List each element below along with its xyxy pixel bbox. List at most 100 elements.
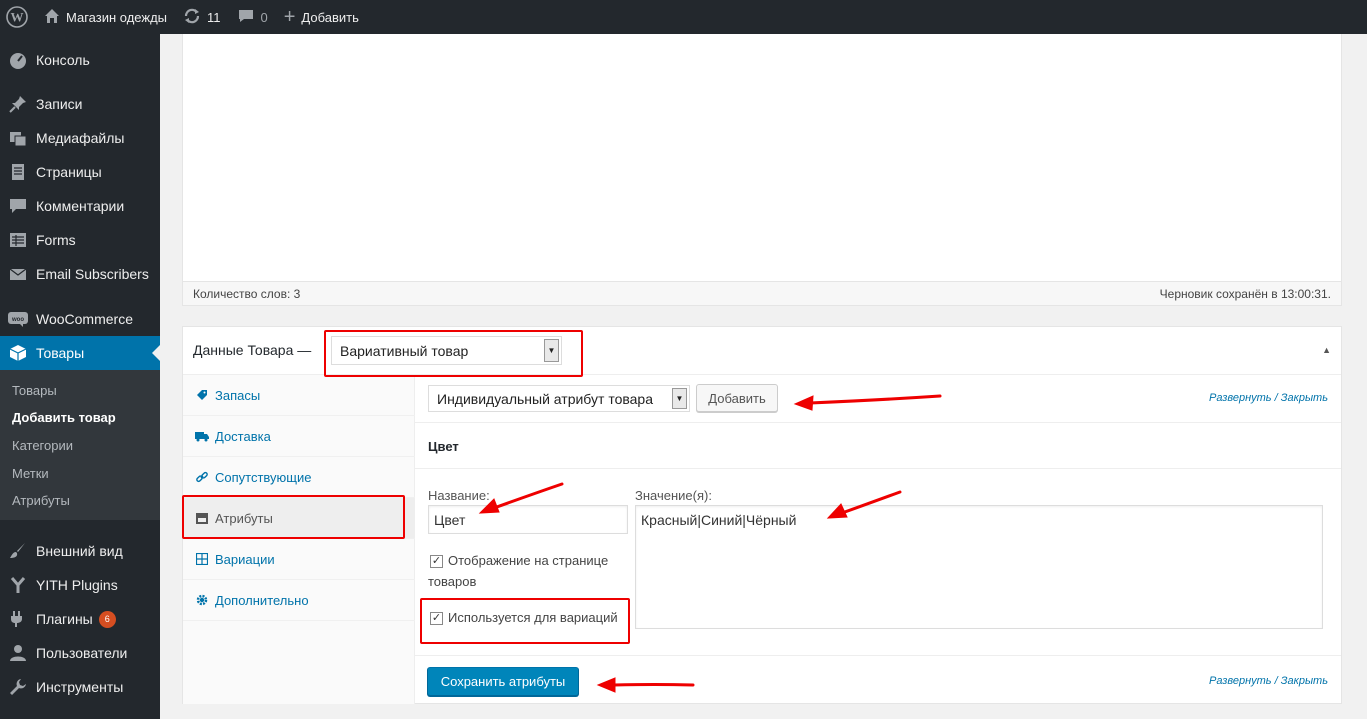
grid-icon (195, 552, 209, 566)
menu-item-posts[interactable]: Записи (0, 87, 160, 121)
menu-label: Внешний вид (36, 543, 123, 559)
expand-collapse-link-bottom[interactable]: Развернуть / Закрыть (1209, 675, 1328, 687)
menu-label: Записи (36, 96, 83, 112)
gear-icon (195, 593, 209, 607)
add-new-label: Добавить (301, 9, 359, 25)
save-attributes-button[interactable]: Сохранить атрибуты (427, 667, 579, 696)
menu-item-yith-plugins[interactable]: YITH Plugins (0, 568, 160, 602)
attribute-select-value: Индивидуальный атрибут товара (437, 390, 653, 407)
comments-link[interactable]: 0 (229, 0, 276, 34)
menu-item-dashboard[interactable]: Консоль (0, 43, 160, 77)
product-data-tabs: Запасы Доставка Сопутствующие Атрибуты В… (183, 375, 415, 704)
wordpress-logo-icon[interactable]: W (0, 0, 36, 34)
expand-collapse-link[interactable]: Развернуть / Закрыть (1209, 392, 1328, 404)
plugin-icon (8, 609, 28, 629)
add-new-link[interactable]: + Добавить (276, 0, 367, 34)
menu-item-plugins[interactable]: Плагины 6 (0, 602, 160, 636)
menu-label: Плагины (36, 611, 93, 627)
menu-label: YITH Plugins (36, 577, 118, 593)
annotation-box-product-type (324, 330, 583, 377)
plugins-update-badge: 6 (98, 610, 116, 628)
attribute-taxonomy-select[interactable]: Индивидуальный атрибут товара ▼ (428, 385, 690, 412)
plus-icon: + (283, 6, 296, 28)
collapse-toggle-icon[interactable]: ▲ (1322, 345, 1331, 355)
menu-item-products[interactable]: Товары (0, 336, 160, 370)
menu-label: Консоль (36, 52, 90, 68)
tab-advanced[interactable]: Дополнительно (183, 580, 415, 621)
updates-link[interactable]: 11 (175, 0, 229, 34)
media-icon (8, 128, 28, 148)
tab-label: Дополнительно (215, 592, 309, 608)
submenu-add-product[interactable]: Добавить товар (12, 410, 116, 425)
menu-label: Инструменты (36, 679, 124, 695)
attribute-header[interactable]: Цвет (415, 423, 1341, 469)
tab-label: Вариации (215, 551, 275, 567)
menu-label: Email Subscribers (36, 266, 149, 282)
annotation-box-variations-checkbox (420, 598, 630, 644)
menu-label: WooCommerce (36, 311, 133, 327)
menu-item-forms[interactable]: Forms (0, 223, 160, 257)
forms-icon (8, 230, 28, 250)
site-name-link[interactable]: Магазин одежды (36, 0, 175, 34)
svg-text:woo: woo (11, 317, 24, 323)
truck-icon (195, 429, 209, 443)
email-icon (8, 264, 28, 284)
chevron-down-icon: ▼ (672, 388, 687, 409)
tab-label: Запасы (215, 387, 261, 403)
attribute-values-textarea[interactable]: Красный|Синий|Чёрный (635, 505, 1323, 629)
add-attribute-button[interactable]: Добавить (696, 384, 778, 412)
menu-label: Forms (36, 232, 76, 248)
menu-item-media[interactable]: Медиафайлы (0, 121, 160, 155)
menu-item-users[interactable]: Пользователи (0, 636, 160, 670)
menu-item-pages[interactable]: Страницы (0, 155, 160, 189)
attribute-values-label: Значение(я): (635, 488, 712, 503)
annotation-box-attributes-tab (182, 495, 405, 539)
draft-saved-status: Черновик сохранён в 13:00:31. (1159, 286, 1331, 301)
post-editor[interactable]: Количество слов: 3 Черновик сохранён в 1… (182, 34, 1342, 306)
word-count: Количество слов: 3 (193, 286, 301, 301)
editor-status-bar: Количество слов: 3 Черновик сохранён в 1… (183, 281, 1341, 305)
brush-icon (8, 541, 28, 561)
submenu-attributes[interactable]: Атрибуты (12, 493, 70, 508)
page-scrollbar[interactable] (1361, 34, 1367, 719)
attribute-name-input[interactable]: Цвет (428, 505, 628, 534)
yith-icon (8, 575, 28, 595)
tab-linked-products[interactable]: Сопутствующие (183, 457, 415, 498)
inventory-icon (195, 388, 209, 402)
submenu-categories[interactable]: Категории (12, 438, 73, 453)
product-box-icon (8, 343, 28, 363)
menu-label: Пользователи (36, 645, 128, 661)
submenu-tags[interactable]: Метки (12, 466, 49, 481)
menu-item-woocommerce[interactable]: woo WooCommerce (0, 302, 160, 336)
tab-inventory[interactable]: Запасы (183, 375, 415, 416)
woocommerce-icon: woo (8, 309, 28, 329)
attribute-name-label: Название: (428, 488, 490, 503)
menu-label: Товары (36, 345, 85, 361)
visible-on-product-page-checkbox[interactable]: ✓ (430, 555, 443, 568)
comments-count: 0 (260, 9, 268, 25)
home-icon (44, 8, 60, 27)
tab-shipping[interactable]: Доставка (183, 416, 415, 457)
site-name-label: Магазин одежды (66, 9, 167, 25)
tab-label: Доставка (215, 428, 271, 444)
attribute-toolbar: Индивидуальный атрибут товара ▼ Добавить… (415, 375, 1341, 423)
menu-item-appearance[interactable]: Внешний вид (0, 534, 160, 568)
link-icon (195, 470, 209, 484)
wrench-icon (8, 677, 28, 697)
tab-variations[interactable]: Вариации (183, 539, 415, 580)
comment-bubble-icon (237, 8, 255, 27)
visible-on-product-page-label: Отображение на странице (448, 553, 609, 568)
updates-count: 11 (207, 9, 221, 25)
admin-sidebar: Консоль Записи Медиафайлы Страницы Комме… (0, 34, 160, 719)
menu-item-email-subscribers[interactable]: Email Subscribers (0, 257, 160, 291)
svg-text:W: W (11, 10, 24, 25)
menu-item-comments[interactable]: Комментарии (0, 189, 160, 223)
menu-item-tools[interactable]: Инструменты (0, 670, 160, 704)
attribute-actions: Сохранить атрибуты Развернуть / Закрыть (415, 655, 1341, 704)
refresh-icon (183, 7, 201, 28)
user-icon (8, 643, 28, 663)
attribute-name-heading: Цвет (428, 439, 459, 454)
products-submenu: Товары Добавить товар Категории Метки Ат… (0, 370, 160, 520)
tab-label: Сопутствующие (215, 469, 312, 485)
submenu-products[interactable]: Товары (12, 383, 57, 398)
